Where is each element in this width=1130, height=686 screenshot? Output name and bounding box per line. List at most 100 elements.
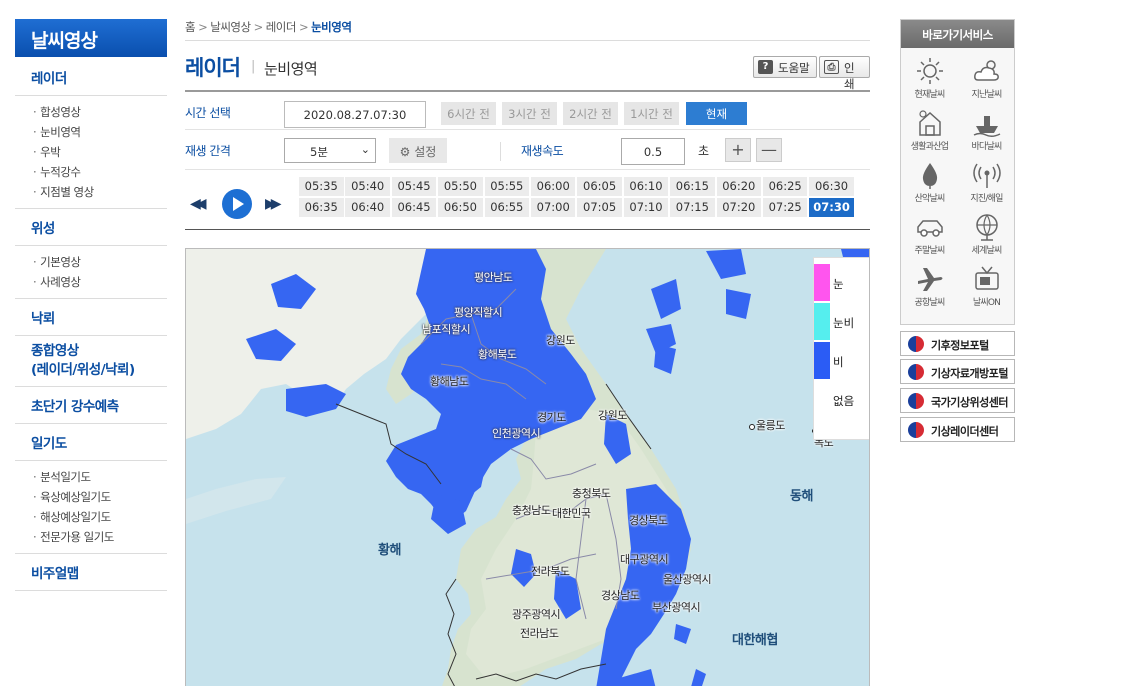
sidebar-category-combined[interactable]: 종합영상 (레이더/위성/낙뢰)	[15, 336, 167, 387]
frame-time-button[interactable]: 07:20	[716, 198, 762, 217]
quick-link-label: 공항날씨	[914, 298, 946, 308]
house-icon	[918, 110, 941, 136]
6h-ago-button[interactable]: 6시간 전	[441, 102, 496, 125]
frame-time-button[interactable]: 06:40	[345, 198, 390, 217]
sidebar-category-radar[interactable]: 레이더	[15, 57, 167, 96]
speed-plus-button[interactable]: +	[725, 138, 751, 162]
frame-time-button[interactable]: 05:45	[391, 177, 437, 196]
sidebar-brand[interactable]: 날씨영상	[15, 19, 167, 57]
frame-time-button[interactable]: 06:20	[716, 177, 762, 196]
sidebar-radar-sublist: 합성영상 눈비영역 우박 누적강수 지점별 영상	[15, 96, 167, 209]
frame-time-button[interactable]: 05:40	[345, 177, 390, 196]
play-button[interactable]	[222, 189, 252, 219]
frame-time-button[interactable]: 06:50	[438, 198, 483, 217]
quick-link-mountain-weather[interactable]: 산악날씨	[901, 160, 958, 208]
portal-link-open-data[interactable]: 기상자료개방포털	[900, 359, 1015, 384]
question-icon: ?	[758, 60, 773, 74]
3h-ago-button[interactable]: 3시간 전	[502, 102, 557, 125]
sidebar-category-satellite[interactable]: 위성	[15, 209, 167, 246]
sidebar-item-composite[interactable]: 합성영상	[33, 102, 167, 122]
frame-time-button[interactable]: 07:00	[530, 198, 576, 217]
sidebar-item-sea-forecast-chart[interactable]: 해상예상일기도	[33, 507, 167, 527]
page-subtitle: 눈비영역	[264, 60, 318, 78]
sidebar-item-land-forecast-chart[interactable]: 육상예상일기도	[33, 487, 167, 507]
sidebar-category-weather-chart[interactable]: 일기도	[15, 424, 167, 461]
time-input[interactable]: 2020.08.27.07:30	[284, 101, 426, 128]
speed-label: 재생속도	[521, 144, 564, 158]
sidebar-item-analysis-chart[interactable]: 분석일기도	[33, 467, 167, 487]
frame-time-button[interactable]: 06:30	[809, 177, 854, 196]
speed-input[interactable]: 0.5	[621, 138, 685, 165]
map-label-chungbuk: 충청북도	[572, 487, 611, 500]
sidebar-category-visual-map[interactable]: 비주얼맵	[15, 554, 167, 591]
quick-link-weekend-weather[interactable]: 주말날씨	[901, 212, 958, 260]
quick-link-weather-on[interactable]: 날씨ON	[958, 264, 1015, 312]
frame-time-button[interactable]: 06:25	[762, 177, 808, 196]
page-title: 레이더	[185, 56, 241, 80]
quick-link-past-weather[interactable]: 지난날씨	[958, 56, 1015, 104]
quick-link-life-industry[interactable]: 생활과산업	[901, 108, 958, 156]
frame-time-button[interactable]: 06:55	[484, 198, 530, 217]
globe-icon	[975, 214, 998, 241]
print-button-label: 인쇄	[844, 61, 855, 91]
frame-time-button[interactable]: 06:05	[577, 177, 622, 196]
time-select-row: 시간 선택 2020.08.27.07:30 6시간 전 3시간 전 2시간 전…	[185, 92, 870, 130]
quick-link-label: 주말날씨	[914, 246, 946, 256]
frame-time-button[interactable]: 06:35	[299, 198, 344, 217]
frame-time-button[interactable]: 07:30	[809, 198, 854, 217]
map-label-nampo: 남포직할시	[422, 323, 471, 336]
frame-time-button[interactable]: 05:55	[484, 177, 530, 196]
frame-time-button[interactable]: 07:25	[762, 198, 808, 217]
title-divider: |	[251, 59, 256, 74]
frame-time-button[interactable]: 05:50	[438, 177, 483, 196]
quick-link-airport-weather[interactable]: 공항날씨	[901, 264, 958, 312]
sidebar-item-accumulated-rain[interactable]: 누적강수	[33, 162, 167, 182]
breadcrumb-weather-image[interactable]: 날씨영상	[210, 20, 251, 34]
now-button[interactable]: 현재	[686, 102, 747, 125]
frame-time-button[interactable]: 06:10	[623, 177, 669, 196]
sidebar-item-expert-chart[interactable]: 전문가용 일기도	[33, 527, 167, 547]
quick-link-current-weather[interactable]: 현재날씨	[901, 56, 958, 104]
frame-time-button[interactable]: 05:35	[299, 177, 344, 196]
sidebar-item-case-image[interactable]: 사례영상	[33, 272, 167, 292]
breadcrumb-radar[interactable]: 레이더	[266, 20, 297, 34]
map-label-yellow-sea: 황해	[378, 543, 401, 558]
frame-time-button[interactable]: 07:10	[623, 198, 669, 217]
map-label-hwangbuk: 황해북도	[478, 348, 517, 361]
settings-button[interactable]: ⚙ 설정	[389, 138, 447, 163]
frame-time-button[interactable]: 07:15	[670, 198, 715, 217]
frame-time-button[interactable]: 07:05	[577, 198, 622, 217]
sun-icon	[916, 58, 943, 84]
sidebar-item-hail[interactable]: 우박	[33, 142, 167, 162]
help-button[interactable]: ? 도움말	[753, 56, 817, 78]
frame-time-button[interactable]: 06:15	[670, 177, 715, 196]
portal-link-label: 기상자료개방포털	[931, 367, 1008, 380]
cloud-sun-icon	[973, 60, 999, 81]
portal-link-satellite-center[interactable]: 국가기상위성센터	[900, 388, 1015, 413]
map-label-gyeonggi: 경기도	[537, 411, 566, 424]
breadcrumb-home[interactable]: 홈	[185, 20, 196, 34]
radar-map[interactable]: 평안남도 평양직할시 남포직할시 황해북도 강원도 황해남도 경기도 강원도 인…	[185, 248, 870, 686]
quick-link-world-weather[interactable]: 세계날씨	[958, 212, 1015, 260]
sidebar-category-lightning[interactable]: 낙뢰	[15, 299, 167, 336]
rewind-icon[interactable]: ◀◀	[190, 196, 206, 212]
frame-time-button[interactable]: 06:45	[391, 198, 437, 217]
legend-swatch	[814, 342, 830, 379]
portal-link-climate[interactable]: 기후정보포털	[900, 331, 1015, 356]
playback-row: ◀◀ ▶▶ 05:35 05:40 05:45 05:50 05:55 06:00 06:0…	[185, 170, 870, 230]
sidebar-item-snow-rain-area[interactable]: 눈비영역	[33, 122, 167, 142]
fast-forward-icon[interactable]: ▶▶	[265, 196, 281, 212]
sidebar-item-station-image[interactable]: 지점별 영상	[33, 182, 167, 202]
sidebar-item-basic-image[interactable]: 기본영상	[33, 252, 167, 272]
2h-ago-button[interactable]: 2시간 전	[563, 102, 618, 125]
1h-ago-button[interactable]: 1시간 전	[624, 102, 679, 125]
print-button[interactable]: ⎙ 인쇄	[819, 56, 870, 91]
frame-time-button[interactable]: 06:00	[530, 177, 576, 196]
quick-link-earthquake[interactable]: 지진/해일	[958, 160, 1015, 208]
speed-minus-button[interactable]: —	[756, 138, 782, 162]
sidebar-category-nowcast[interactable]: 초단기 강수예측	[15, 387, 167, 424]
taegeuk-icon	[908, 393, 924, 409]
interval-select[interactable]: 5분 ⌄	[284, 138, 376, 163]
portal-link-radar-center[interactable]: 기상레이더센터	[900, 417, 1015, 442]
quick-link-sea-weather[interactable]: 바다날씨	[958, 108, 1015, 156]
